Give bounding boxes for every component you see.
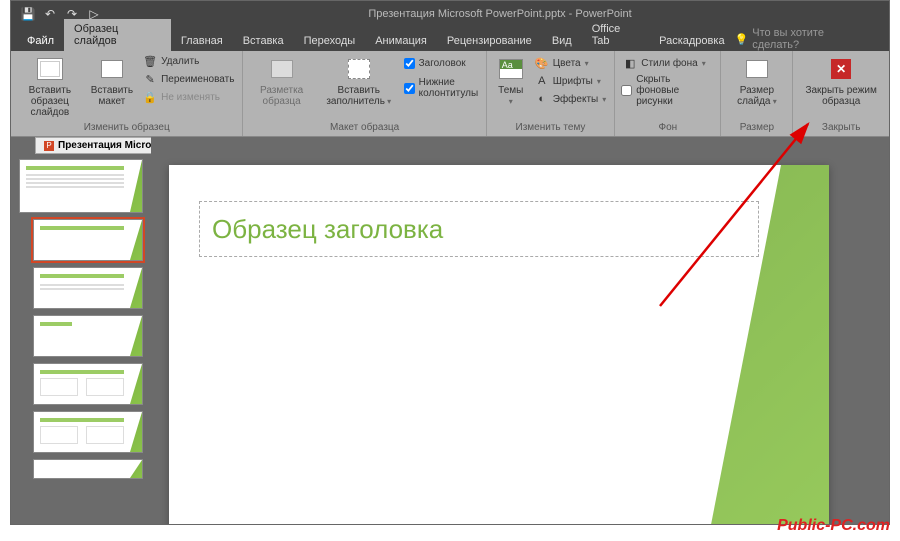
- group-size: Размер слайда Размер: [721, 51, 793, 136]
- close-icon: ✕: [831, 59, 851, 79]
- group-master-layout: Разметка образца Вставить заполнитель За…: [243, 51, 486, 136]
- tab-file[interactable]: Файл: [17, 31, 64, 51]
- delete-icon: 🗑: [143, 54, 157, 68]
- insert-slide-master-button[interactable]: Вставить образец слайдов: [17, 53, 83, 120]
- save-icon[interactable]: 💾: [21, 7, 35, 21]
- window-title: Презентация Microsoft PowerPoint.pptx - …: [111, 8, 889, 20]
- tell-me-search[interactable]: 💡 Что вы хотите сделать?: [735, 27, 889, 51]
- title-placeholder[interactable]: Образец заголовка: [199, 201, 759, 257]
- layout-thumbnail-1[interactable]: [33, 219, 143, 261]
- rename-button[interactable]: ✎Переименовать: [141, 71, 236, 87]
- layout-thumbnail-6[interactable]: [33, 459, 143, 479]
- fonts-button[interactable]: AШрифты: [533, 73, 608, 89]
- lightbulb-icon: 💡: [735, 33, 749, 46]
- group-edit-theme: Темы 🎨Цвета AШрифты ◐Эффекты Изменить те…: [487, 51, 615, 136]
- colors-icon: 🎨: [535, 56, 549, 70]
- group-label-size: Размер: [727, 120, 786, 136]
- group-label-background: Фон: [621, 120, 714, 136]
- layout-thumbnail-4[interactable]: [33, 363, 143, 405]
- tab-home[interactable]: Главная: [171, 31, 233, 51]
- app-window: 💾 ↶ ↷ ▷ Презентация Microsoft PowerPoint…: [10, 0, 890, 525]
- undo-icon[interactable]: ↶: [43, 7, 57, 21]
- slide-size-button[interactable]: Размер слайда: [727, 53, 786, 109]
- insert-placeholder-button[interactable]: Вставить заполнитель: [318, 53, 400, 109]
- slide-editor[interactable]: Образец заголовка: [151, 137, 889, 524]
- effects-icon: ◐: [535, 92, 549, 106]
- group-label-edit-master: Изменить образец: [17, 120, 236, 136]
- colors-button[interactable]: 🎨Цвета: [533, 55, 608, 71]
- insert-layout-button[interactable]: Вставить макет: [87, 53, 137, 109]
- title-placeholder-text: Образец заголовка: [212, 214, 443, 245]
- group-label-edit-theme: Изменить тему: [493, 120, 608, 136]
- group-background: ◧Стили фона Скрыть фоновые рисунки Фон: [615, 51, 721, 136]
- tab-animations[interactable]: Анимация: [365, 31, 437, 51]
- tab-transitions[interactable]: Переходы: [294, 31, 366, 51]
- content-area: Образец заголовка: [11, 137, 889, 524]
- slide-canvas[interactable]: Образец заголовка: [169, 165, 829, 524]
- layout-thumbnail-2[interactable]: [33, 267, 143, 309]
- ribbon: Вставить образец слайдов Вставить макет …: [11, 51, 889, 137]
- tab-office-tab[interactable]: Office Tab: [582, 19, 649, 51]
- tell-me-placeholder: Что вы хотите сделать?: [752, 27, 869, 51]
- tab-storyboarding[interactable]: Раскадровка: [649, 31, 734, 51]
- ribbon-tabs: Файл Образец слайдов Главная Вставка Пер…: [11, 27, 889, 51]
- watermark: Public-PC.com: [777, 517, 890, 535]
- layout-thumbnail-5[interactable]: [33, 411, 143, 453]
- bg-styles-icon: ◧: [623, 56, 637, 70]
- tab-review[interactable]: Рецензирование: [437, 31, 542, 51]
- footers-checkbox[interactable]: Нижние колонтитулы: [404, 76, 480, 100]
- delete-button[interactable]: 🗑Удалить: [141, 53, 236, 69]
- group-edit-master: Вставить образец слайдов Вставить макет …: [11, 51, 243, 136]
- title-checkbox[interactable]: Заголовок: [404, 57, 480, 70]
- tab-view[interactable]: Вид: [542, 31, 582, 51]
- group-label-master-layout: Макет образца: [249, 120, 479, 136]
- master-layout-button[interactable]: Разметка образца: [249, 53, 313, 109]
- tab-slide-master[interactable]: Образец слайдов: [64, 19, 171, 51]
- tab-insert[interactable]: Вставка: [233, 31, 294, 51]
- preserve-icon: 🔒: [143, 90, 157, 104]
- effects-button[interactable]: ◐Эффекты: [533, 91, 608, 107]
- layout-thumbnail-3[interactable]: [33, 315, 143, 357]
- rename-icon: ✎: [143, 72, 157, 86]
- group-close: ✕ Закрыть режим образца Закрыть: [793, 51, 889, 136]
- thumbnails-pane[interactable]: [11, 137, 151, 524]
- powerpoint-icon: P: [44, 141, 54, 151]
- master-thumbnail[interactable]: [19, 159, 143, 213]
- hide-bg-checkbox[interactable]: Скрыть фоновые рисунки: [621, 73, 714, 108]
- close-master-view-button[interactable]: ✕ Закрыть режим образца: [799, 53, 883, 109]
- themes-button[interactable]: Темы: [493, 53, 529, 109]
- group-label-close: Закрыть: [799, 120, 883, 136]
- preserve-button[interactable]: 🔒Не изменять: [141, 89, 236, 105]
- fonts-icon: A: [535, 74, 549, 88]
- background-styles-button[interactable]: ◧Стили фона: [621, 55, 714, 71]
